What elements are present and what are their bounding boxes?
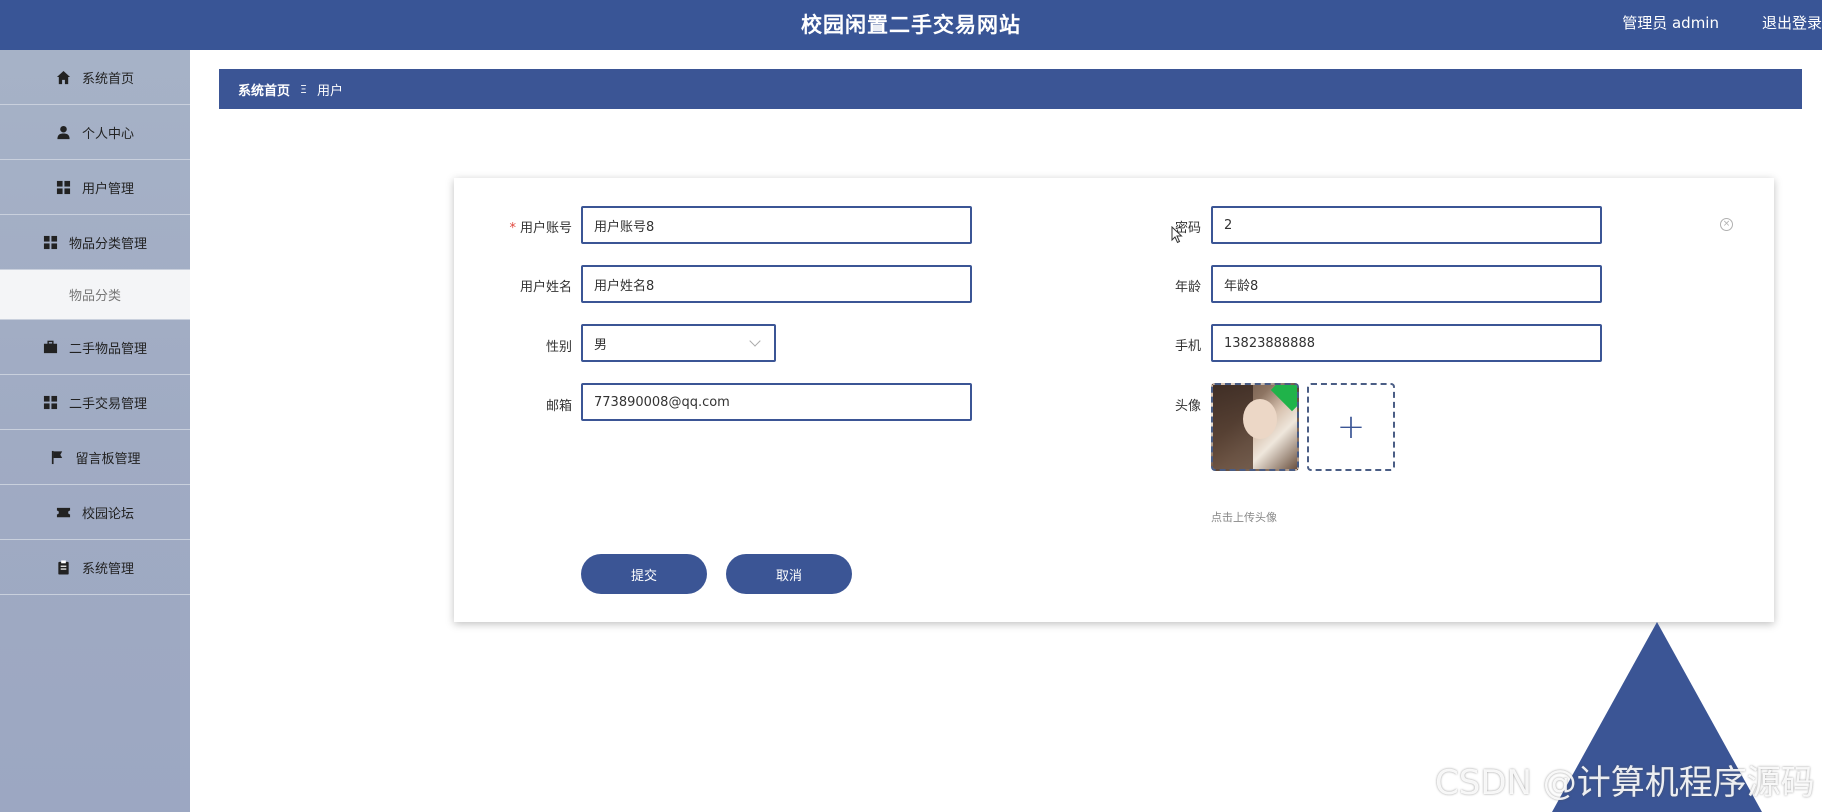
csdn-watermark: CSDN @计算机程序源码	[1435, 763, 1815, 803]
sidebar-item-label: 二手物品管理	[68, 341, 147, 357]
email-label: 邮箱	[545, 399, 572, 414]
gender-label: 性别	[545, 340, 572, 355]
user-icon	[56, 124, 72, 140]
sidebar-item-label: 系统首页	[81, 71, 134, 87]
ticket-icon	[56, 504, 72, 520]
gender-selected-value: 男	[594, 337, 608, 353]
username-label: * 用户账号	[509, 221, 572, 236]
age-input[interactable]: 年龄8	[1211, 265, 1602, 303]
breadcrumb-current: 用户	[316, 83, 343, 99]
user-edit-form: * 用户账号 用户账号8 密码 2 × 用户姓名 用户姓名8 年龄 年龄8 性别 …	[454, 178, 1774, 622]
site-title: 校园闲置二手交易网站	[801, 13, 1021, 37]
sidebar-item-system-management[interactable]: 系统管理	[0, 540, 190, 595]
admin-user-label: 管理员 admin	[1622, 14, 1719, 32]
sidebar-item-label: 物品分类管理	[68, 236, 147, 252]
sidebar-menu: 系统首页 个人中心 用户管理 物品分类管理 物品分类 二手物品管理 二手交易管理…	[0, 50, 190, 812]
sidebar-item-label: 个人中心	[81, 126, 134, 142]
briefcase-icon	[43, 339, 59, 355]
sidebar-item-home[interactable]: 系统首页	[0, 50, 190, 105]
avatar-preview-image[interactable]	[1211, 383, 1299, 471]
required-mark: *	[509, 221, 516, 236]
clear-icon[interactable]: ×	[1720, 218, 1733, 231]
avatar-photo-badge	[1270, 385, 1297, 412]
clipboard-icon	[56, 559, 72, 575]
sidebar-item-personal-center[interactable]: 个人中心	[0, 105, 190, 160]
flag-icon	[49, 449, 65, 465]
gender-select[interactable]: 男	[581, 324, 776, 362]
grid-icon	[43, 234, 59, 250]
avatar-label: 头像	[1174, 399, 1201, 414]
breadcrumb: 系统首页 Ξ 用户	[219, 69, 1802, 109]
avatar-photo-face	[1243, 399, 1277, 439]
sidebar-item-label: 系统管理	[81, 561, 134, 577]
sidebar-item-message-board[interactable]: 留言板管理	[0, 430, 190, 485]
breadcrumb-separator: Ξ	[300, 82, 307, 96]
email-input[interactable]: 773890008@qq.com	[581, 383, 972, 421]
sidebar-item-trade-management[interactable]: 二手交易管理	[0, 375, 190, 430]
username-input[interactable]: 用户账号8	[581, 206, 972, 244]
phone-input[interactable]: 13823888888	[1211, 324, 1602, 362]
grid-icon	[56, 179, 72, 195]
age-label: 年龄	[1174, 280, 1201, 295]
submit-button[interactable]: 提交	[581, 554, 707, 594]
avatar-upload-button[interactable]: +	[1307, 383, 1395, 471]
sidebar-item-second-hand-goods[interactable]: 二手物品管理	[0, 320, 190, 375]
sidebar-item-campus-forum[interactable]: 校园论坛	[0, 485, 190, 540]
breadcrumb-home-link[interactable]: 系统首页	[238, 80, 290, 99]
sidebar-item-category-management[interactable]: 物品分类管理	[0, 215, 190, 270]
avatar-upload-hint: 点击上传头像	[1211, 511, 1277, 524]
grid-icon	[43, 394, 59, 410]
phone-label: 手机	[1174, 339, 1201, 354]
sidebar-item-label: 物品分类	[68, 289, 121, 304]
sidebar-item-label: 留言板管理	[75, 451, 141, 467]
password-input[interactable]: 2	[1211, 206, 1602, 244]
name-label: 用户姓名	[519, 280, 572, 295]
sidebar-subitem-category[interactable]: 物品分类	[0, 270, 190, 320]
chevron-down-icon	[749, 334, 761, 347]
cancel-button[interactable]: 取消	[726, 554, 852, 594]
plus-icon: +	[1336, 407, 1366, 447]
sidebar-item-label: 校园论坛	[81, 506, 134, 522]
mouse-cursor-icon	[1171, 226, 1183, 244]
home-icon	[56, 69, 72, 85]
sidebar-item-user-management[interactable]: 用户管理	[0, 160, 190, 215]
top-header-bar: 校园闲置二手交易网站 管理员 admin 退出登录	[0, 0, 1822, 50]
password-label: 密码	[1174, 221, 1201, 236]
name-input[interactable]: 用户姓名8	[581, 265, 972, 303]
sidebar-item-label: 二手交易管理	[68, 396, 147, 412]
sidebar-item-label: 用户管理	[81, 181, 134, 197]
logout-link[interactable]: 退出登录	[1762, 12, 1822, 33]
